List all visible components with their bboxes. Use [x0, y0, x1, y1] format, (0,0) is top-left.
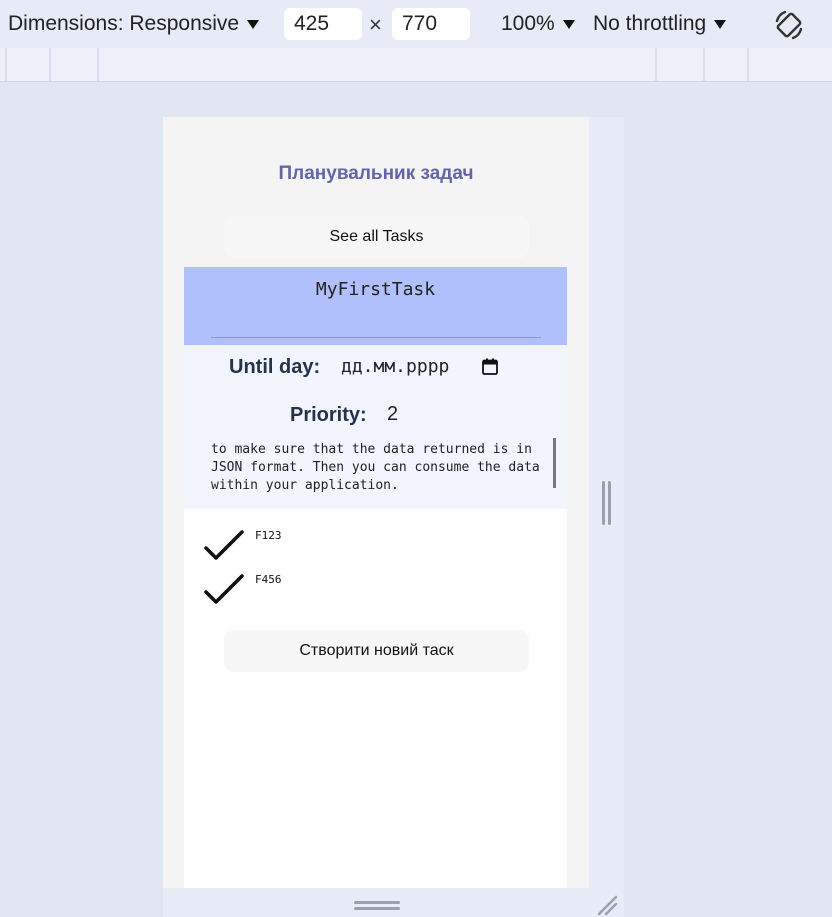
chevron-down-icon	[247, 19, 260, 29]
times-sign: ×	[369, 12, 382, 37]
height-input[interactable]: 770	[392, 8, 470, 40]
see-all-tasks-button[interactable]: See all Tasks	[224, 216, 529, 258]
zoom-label: 100%	[501, 12, 555, 35]
page-title: Планувальник задач	[278, 163, 474, 184]
task-details: Until day: дд.мм.рррр Priority: 2 to mak…	[184, 345, 567, 509]
width-input[interactable]: 425	[284, 8, 362, 40]
priority-label: Priority:	[290, 404, 367, 426]
corner-resize-icon[interactable]	[596, 894, 618, 916]
checkmark-icon[interactable]	[204, 573, 244, 607]
checklist-item-label: F123	[255, 529, 282, 542]
dimensions-dropdown[interactable]: Dimensions: Responsive	[8, 12, 260, 36]
zoom-dropdown[interactable]: 100%	[501, 12, 575, 36]
task-name-area: MyFirstTask	[184, 267, 567, 345]
devtools-toolbar: Dimensions: Responsive 425 × 770 100% No…	[0, 0, 832, 48]
checklist-item-label: F456	[255, 573, 282, 586]
bottom-resize-handle[interactable]	[163, 888, 624, 917]
task-card: MyFirstTask Until day: дд.мм.рррр Priori…	[184, 267, 567, 888]
textarea-scrollbar[interactable]	[553, 438, 556, 488]
date-input[interactable]: дд.мм.рррр	[341, 356, 449, 377]
rotate-icon[interactable]	[772, 8, 806, 42]
throttling-label: No throttling	[593, 12, 707, 35]
until-day-label: Until day:	[229, 356, 321, 378]
task-name-input[interactable]: MyFirstTask	[184, 279, 567, 300]
handle-grip	[354, 907, 400, 910]
handle-grip	[602, 481, 605, 525]
description-textarea[interactable]: to make sure that the data returned is i…	[211, 441, 551, 495]
chevron-down-icon	[562, 19, 575, 29]
checklist-item[interactable]: F456	[204, 573, 454, 613]
checklist-item[interactable]: F123	[204, 529, 454, 569]
handle-grip	[354, 901, 400, 904]
checkmark-icon[interactable]	[204, 529, 244, 563]
input-underline	[211, 337, 541, 338]
chevron-down-icon	[714, 19, 727, 29]
device-viewport: Планувальник задач See all Tasks MyFirst…	[163, 117, 589, 888]
priority-value[interactable]: 2	[387, 403, 398, 426]
calendar-icon[interactable]	[482, 358, 498, 375]
right-resize-handle[interactable]	[589, 117, 624, 888]
media-query-ruler	[0, 48, 832, 82]
create-task-button[interactable]: Створити новий таск	[224, 630, 529, 672]
dimensions-label: Dimensions: Responsive	[8, 12, 240, 35]
throttling-dropdown[interactable]: No throttling	[593, 12, 727, 36]
handle-grip	[608, 481, 611, 525]
